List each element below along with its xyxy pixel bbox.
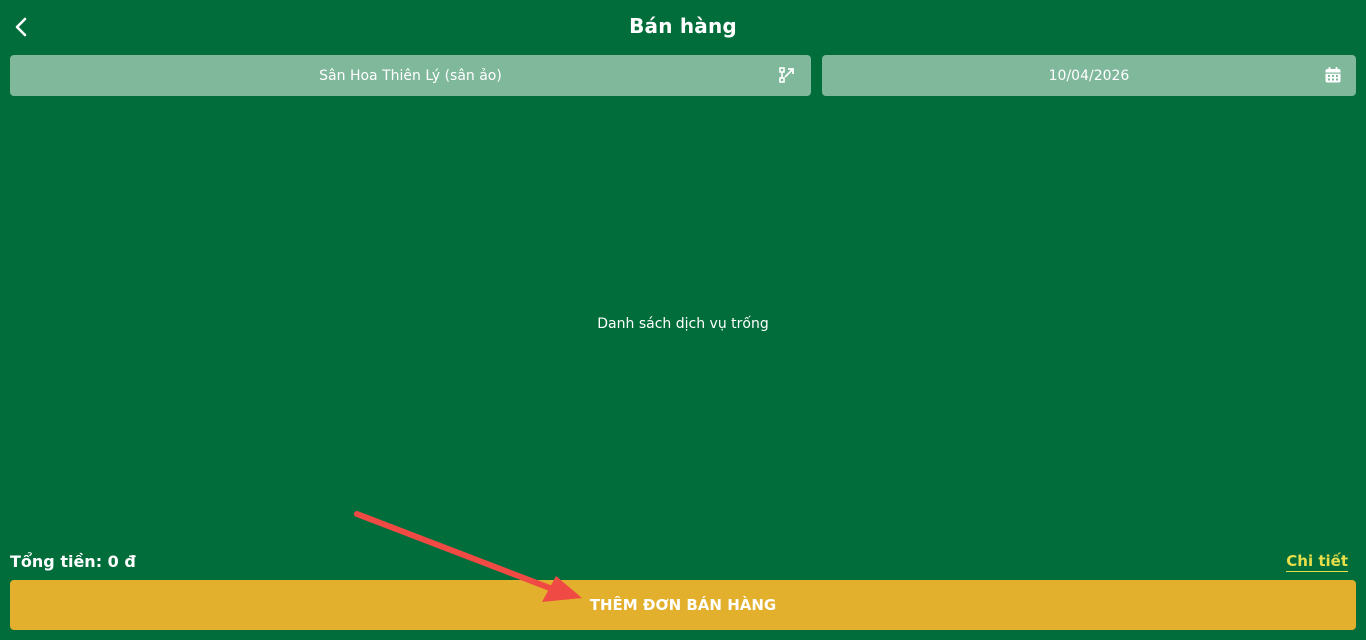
date-selector[interactable]: 10/04/2026 (822, 55, 1356, 96)
route-switch-icon (779, 67, 794, 83)
date-selector-label: 10/04/2026 (1048, 67, 1130, 84)
header-bar: Bán hàng (0, 0, 1366, 55)
add-sales-order-button[interactable]: THÊM ĐƠN BÁN HÀNG (10, 580, 1356, 630)
total-amount: Tổng tiền: 0 đ (10, 552, 136, 571)
calendar-icon (1325, 67, 1341, 83)
empty-list-message: Danh sách dịch vụ trống (597, 316, 769, 332)
venue-selector-label: Sân Hoa Thiên Lý (sân ảo) (319, 67, 502, 84)
detail-link[interactable]: Chi tiết (1286, 552, 1348, 572)
venue-selector[interactable]: Sân Hoa Thiên Lý (sân ảo) (10, 55, 811, 96)
page-title: Bán hàng (629, 14, 737, 38)
sales-screen: Bán hàng Sân Hoa Thiên Lý (sân ảo) 10/04… (0, 0, 1366, 640)
